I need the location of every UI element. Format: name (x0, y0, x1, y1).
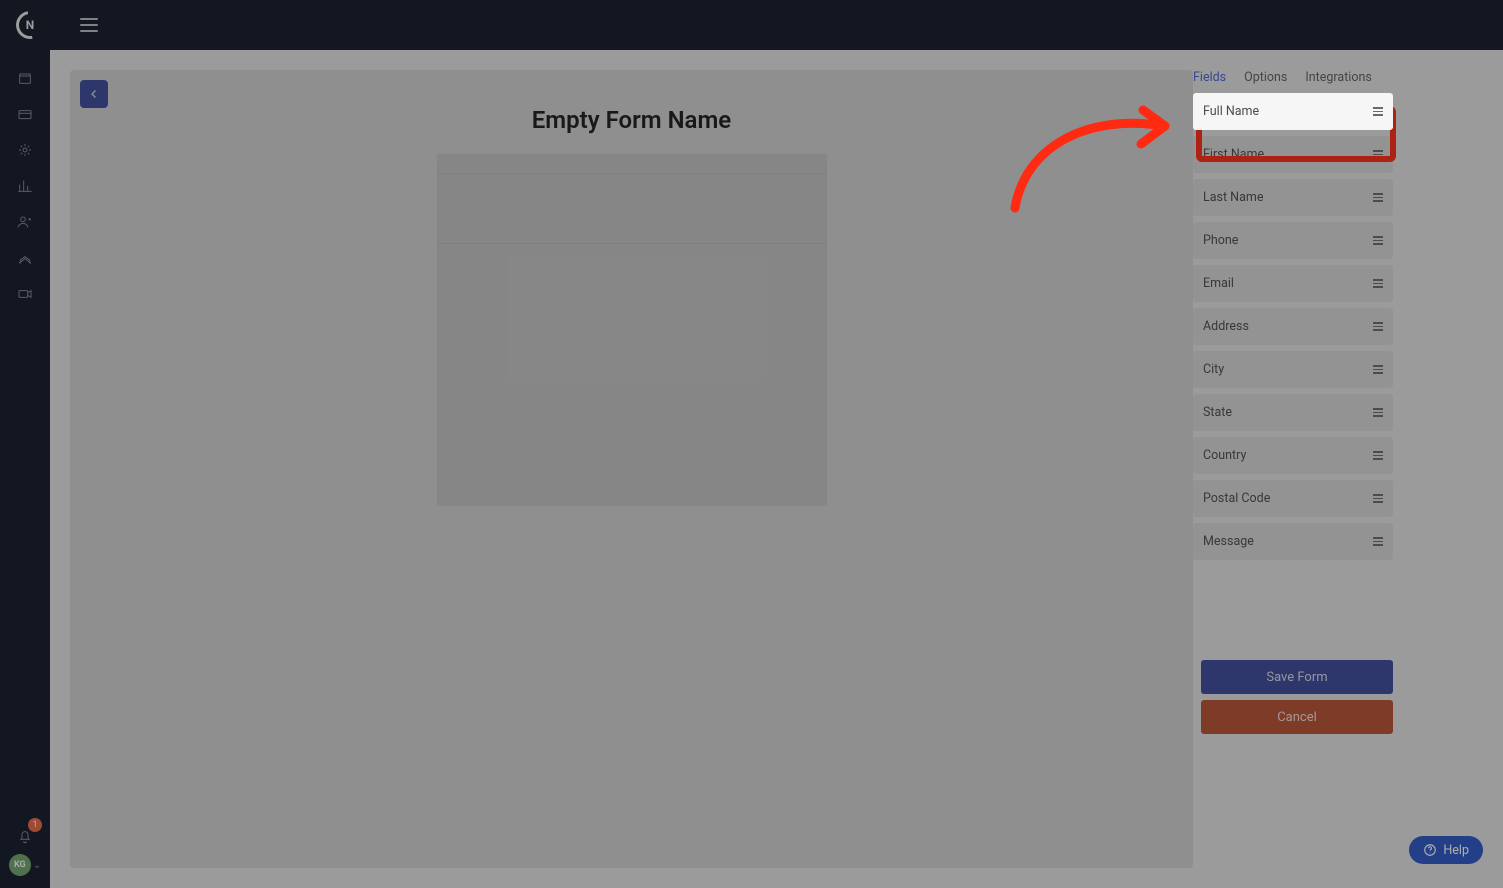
field-label: Last Name (1203, 190, 1263, 205)
field-item-address[interactable]: Address (1193, 308, 1393, 345)
field-item-postal-code[interactable]: Postal Code (1193, 480, 1393, 517)
drag-handle-icon[interactable] (1373, 365, 1383, 374)
help-button[interactable]: Help (1409, 836, 1483, 864)
field-label: Email (1203, 276, 1234, 291)
menu-toggle-icon[interactable] (80, 18, 98, 32)
field-label: Country (1203, 448, 1246, 463)
sidebar-item-settings[interactable] (0, 132, 50, 168)
drag-handle-icon[interactable] (1373, 322, 1383, 331)
form-placeholder-block-2 (437, 244, 827, 506)
content: Empty Form Name Fields Options Integration… (50, 50, 1503, 888)
form-placeholder-row (437, 154, 827, 174)
tab-fields[interactable]: Fields (1193, 70, 1226, 85)
sidebar-item-users[interactable] (0, 204, 50, 240)
field-label: State (1203, 405, 1232, 420)
save-form-button[interactable]: Save Form (1201, 660, 1393, 694)
cancel-button[interactable]: Cancel (1201, 700, 1393, 734)
field-label: Address (1203, 319, 1249, 334)
drag-handle-icon[interactable] (1373, 107, 1383, 116)
topbar (0, 0, 1503, 50)
drag-handle-icon[interactable] (1373, 279, 1383, 288)
form-canvas[interactable] (437, 154, 827, 506)
field-item-phone[interactable]: Phone (1193, 222, 1393, 259)
drag-handle-icon[interactable] (1373, 408, 1383, 417)
tab-integrations[interactable]: Integrations (1305, 70, 1371, 85)
back-button[interactable] (80, 80, 108, 108)
chevron-down-icon: ⌄ (33, 860, 41, 871)
panel-actions: Save Form Cancel (1201, 660, 1393, 734)
form-title: Empty Form Name (70, 106, 1193, 134)
help-label: Help (1443, 843, 1469, 858)
sidebar-item-analytics[interactable] (0, 168, 50, 204)
drag-handle-icon[interactable] (1373, 451, 1383, 460)
field-item-last-name[interactable]: Last Name (1193, 179, 1393, 216)
field-item-full-name[interactable]: Full Name (1193, 93, 1393, 130)
field-label: Phone (1203, 233, 1238, 248)
field-label: City (1203, 362, 1224, 377)
tab-options[interactable]: Options (1244, 70, 1287, 85)
sidebar-item-dashboard[interactable] (0, 60, 50, 96)
notification-badge: 1 (28, 818, 42, 832)
avatar: KG (9, 854, 31, 876)
form-placeholder-block-1 (437, 174, 827, 244)
field-list: Full Name First Name Last Name Phone Email Ad… (1193, 93, 1393, 560)
panel-tabs: Fields Options Integrations (1193, 70, 1393, 85)
app-logo (11, 6, 50, 45)
form-builder-panel: Empty Form Name (70, 70, 1193, 868)
field-label: First Name (1203, 147, 1264, 162)
sidebar-user-menu[interactable]: KG ⌄ (9, 854, 41, 876)
field-label: Postal Code (1203, 491, 1270, 506)
sidebar-notifications[interactable]: 1 (0, 818, 50, 854)
field-item-message[interactable]: Message (1193, 523, 1393, 560)
field-label: Full Name (1203, 104, 1259, 119)
drag-handle-icon[interactable] (1373, 494, 1383, 503)
drag-handle-icon[interactable] (1373, 236, 1383, 245)
field-panel: Fields Options Integrations Full Name First… (1193, 70, 1393, 560)
field-label: Message (1203, 534, 1254, 549)
sidebar-item-card[interactable] (0, 96, 50, 132)
drag-handle-icon[interactable] (1373, 150, 1383, 159)
field-item-first-name[interactable]: First Name (1193, 136, 1393, 173)
field-item-state[interactable]: State (1193, 394, 1393, 431)
field-item-city[interactable]: City (1193, 351, 1393, 388)
drag-handle-icon[interactable] (1373, 193, 1383, 202)
drag-handle-icon[interactable] (1373, 537, 1383, 546)
field-item-country[interactable]: Country (1193, 437, 1393, 474)
field-item-email[interactable]: Email (1193, 265, 1393, 302)
sidebar-item-organization[interactable] (0, 240, 50, 276)
sidebar: 1 KG ⌄ (0, 50, 50, 888)
sidebar-item-video[interactable] (0, 276, 50, 312)
